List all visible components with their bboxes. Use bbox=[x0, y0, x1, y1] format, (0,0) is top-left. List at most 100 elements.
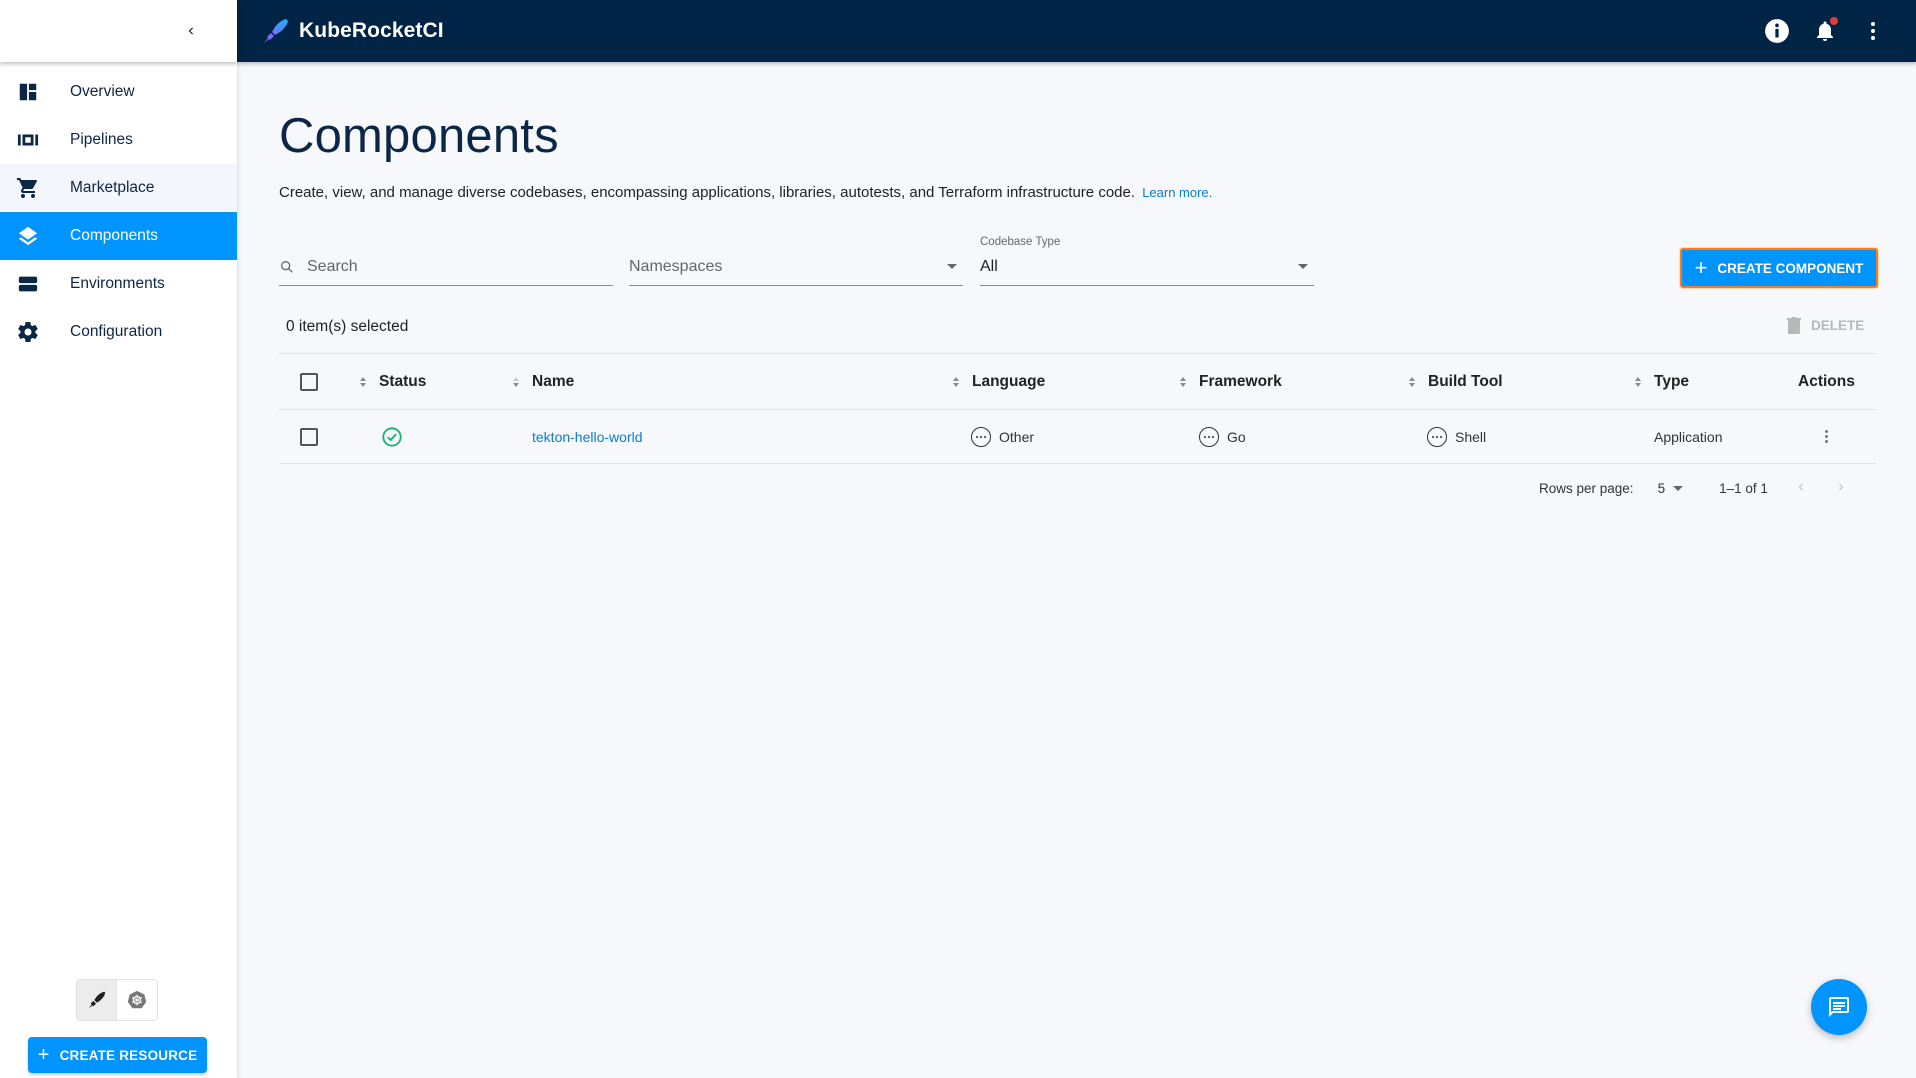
sort-icon bbox=[950, 376, 962, 387]
dropdown-arrow-icon bbox=[1298, 264, 1308, 269]
column-actions: Actions bbox=[1798, 373, 1855, 391]
more-menu-button[interactable] bbox=[1860, 18, 1886, 44]
row-checkbox-cell bbox=[300, 427, 318, 446]
column-framework[interactable]: Framework bbox=[1177, 373, 1282, 391]
mode-kubernetes-button[interactable] bbox=[117, 980, 157, 1020]
sidebar-item-label: Configuration bbox=[70, 323, 163, 340]
page-description-text: Create, view, and manage diverse codebas… bbox=[279, 184, 1136, 201]
cart-icon bbox=[16, 176, 40, 200]
build-tool-value: Shell bbox=[1455, 428, 1487, 445]
sidebar-item-configuration[interactable]: Configuration bbox=[0, 308, 237, 356]
create-component-label: CREATE COMPONENT bbox=[1717, 260, 1864, 276]
trash-icon bbox=[1787, 317, 1801, 334]
row-actions-button[interactable] bbox=[1817, 426, 1836, 447]
column-label: Type bbox=[1654, 372, 1690, 390]
sidebar-item-label: Pipelines bbox=[70, 131, 133, 148]
sidebar-item-marketplace[interactable]: Marketplace bbox=[0, 164, 237, 212]
sidebar-item-label: Environments bbox=[70, 275, 165, 292]
chevron-right-icon bbox=[1838, 483, 1844, 491]
kubernetes-icon bbox=[127, 990, 147, 1009]
info-icon bbox=[1765, 19, 1789, 43]
select-all-checkbox[interactable] bbox=[300, 372, 318, 391]
sort-icon bbox=[1406, 376, 1418, 387]
pagination: Rows per page: 5 1–1 of 1 bbox=[1539, 478, 1848, 499]
dropdown-arrow-icon bbox=[1673, 486, 1684, 491]
component-name-link[interactable]: tekton-hello-world bbox=[532, 429, 643, 445]
delete-label: DELETE bbox=[1811, 318, 1865, 333]
column-language[interactable]: Language bbox=[950, 373, 1045, 391]
dropdown-arrow-icon bbox=[947, 264, 957, 269]
chat-button[interactable] bbox=[1811, 979, 1867, 1035]
sort-icon bbox=[510, 376, 522, 387]
plus-icon: + bbox=[1694, 255, 1708, 280]
rows-per-page-label: Rows per page: bbox=[1539, 481, 1634, 496]
sidebar-item-environments[interactable]: Environments bbox=[0, 260, 237, 308]
kuberocketci-logo-icon bbox=[264, 19, 288, 43]
mode-switch bbox=[76, 979, 158, 1021]
status-success-icon bbox=[382, 426, 402, 447]
notifications-button[interactable] bbox=[1812, 17, 1838, 44]
column-label: Build Tool bbox=[1428, 372, 1503, 390]
search-placeholder: Search bbox=[307, 257, 358, 275]
sidebar: Overview Pipelines Marketplace Component… bbox=[0, 0, 237, 1078]
status-cell bbox=[381, 426, 403, 448]
language-cell: Other bbox=[971, 426, 1034, 447]
create-component-button[interactable]: + CREATE COMPONENT bbox=[1680, 248, 1878, 288]
collapse-sidebar-button[interactable] bbox=[179, 19, 203, 43]
column-name[interactable]: Name bbox=[510, 373, 574, 391]
column-label: Name bbox=[532, 372, 575, 390]
codebase-type-label: Codebase Type bbox=[980, 236, 1061, 248]
codebase-type-select[interactable]: Codebase Type All bbox=[980, 236, 1314, 286]
sidebar-header bbox=[0, 0, 237, 62]
sort-icon bbox=[357, 376, 369, 387]
sidebar-item-label: Components bbox=[70, 227, 158, 244]
layers-icon bbox=[16, 224, 40, 248]
gear-icon bbox=[16, 320, 40, 344]
namespaces-select[interactable]: Namespaces bbox=[629, 248, 963, 286]
pagination-range: 1–1 of 1 bbox=[1719, 481, 1768, 496]
mode-rocket-button[interactable] bbox=[77, 980, 118, 1020]
namespaces-placeholder: Namespaces bbox=[629, 257, 723, 275]
chevron-left-icon bbox=[188, 27, 193, 35]
chat-icon bbox=[1829, 997, 1849, 1017]
dashboard-icon bbox=[16, 80, 40, 104]
brand[interactable]: KubeRocketCI bbox=[261, 17, 444, 45]
sort-icon bbox=[1632, 376, 1644, 387]
rocket-icon bbox=[88, 991, 105, 1009]
table-header: Status Name Language Framework Build Too… bbox=[279, 353, 1876, 409]
info-button[interactable] bbox=[1764, 18, 1790, 44]
search-input[interactable]: Search bbox=[279, 248, 613, 286]
name-cell: tekton-hello-world bbox=[532, 429, 643, 445]
rows-per-page-select[interactable]: 5 bbox=[1658, 481, 1684, 496]
create-resource-label: CREATE RESOURCE bbox=[59, 1047, 198, 1063]
column-label: Actions bbox=[1798, 372, 1855, 390]
column-type[interactable]: Type bbox=[1632, 373, 1689, 391]
row-checkbox[interactable] bbox=[300, 427, 318, 446]
codebase-type-value: All bbox=[980, 257, 998, 275]
framework-value: Go bbox=[1227, 428, 1246, 445]
sidebar-item-label: Overview bbox=[70, 83, 135, 100]
top-bar: KubeRocketCI bbox=[237, 0, 1916, 62]
brand-name: KubeRocketCI bbox=[299, 19, 444, 42]
sidebar-item-pipelines[interactable]: Pipelines bbox=[0, 116, 237, 164]
previous-page-button[interactable] bbox=[1794, 478, 1808, 499]
learn-more-link[interactable]: Learn more. bbox=[1142, 185, 1212, 200]
sidebar-item-overview[interactable]: Overview bbox=[0, 68, 237, 116]
delete-button[interactable]: DELETE bbox=[1787, 317, 1864, 334]
column-build-tool[interactable]: Build Tool bbox=[1406, 373, 1503, 391]
other-icon bbox=[971, 426, 991, 447]
pipelines-icon bbox=[16, 128, 40, 152]
components-table: Status Name Language Framework Build Too… bbox=[279, 353, 1876, 464]
chevron-left-icon bbox=[1798, 483, 1803, 491]
column-label: Status bbox=[379, 372, 427, 390]
create-resource-button[interactable]: + CREATE RESOURCE bbox=[28, 1037, 207, 1073]
other-icon bbox=[1427, 426, 1447, 447]
notification-badge bbox=[1830, 17, 1838, 25]
sidebar-item-components[interactable]: Components bbox=[0, 212, 237, 260]
column-label: Language bbox=[972, 372, 1046, 390]
sort-icon bbox=[1177, 376, 1189, 387]
page-description: Create, view, and manage diverse codebas… bbox=[279, 184, 1212, 201]
rows-per-page-value: 5 bbox=[1657, 481, 1666, 496]
next-page-button[interactable] bbox=[1834, 478, 1848, 499]
column-status[interactable]: Status bbox=[357, 373, 426, 391]
